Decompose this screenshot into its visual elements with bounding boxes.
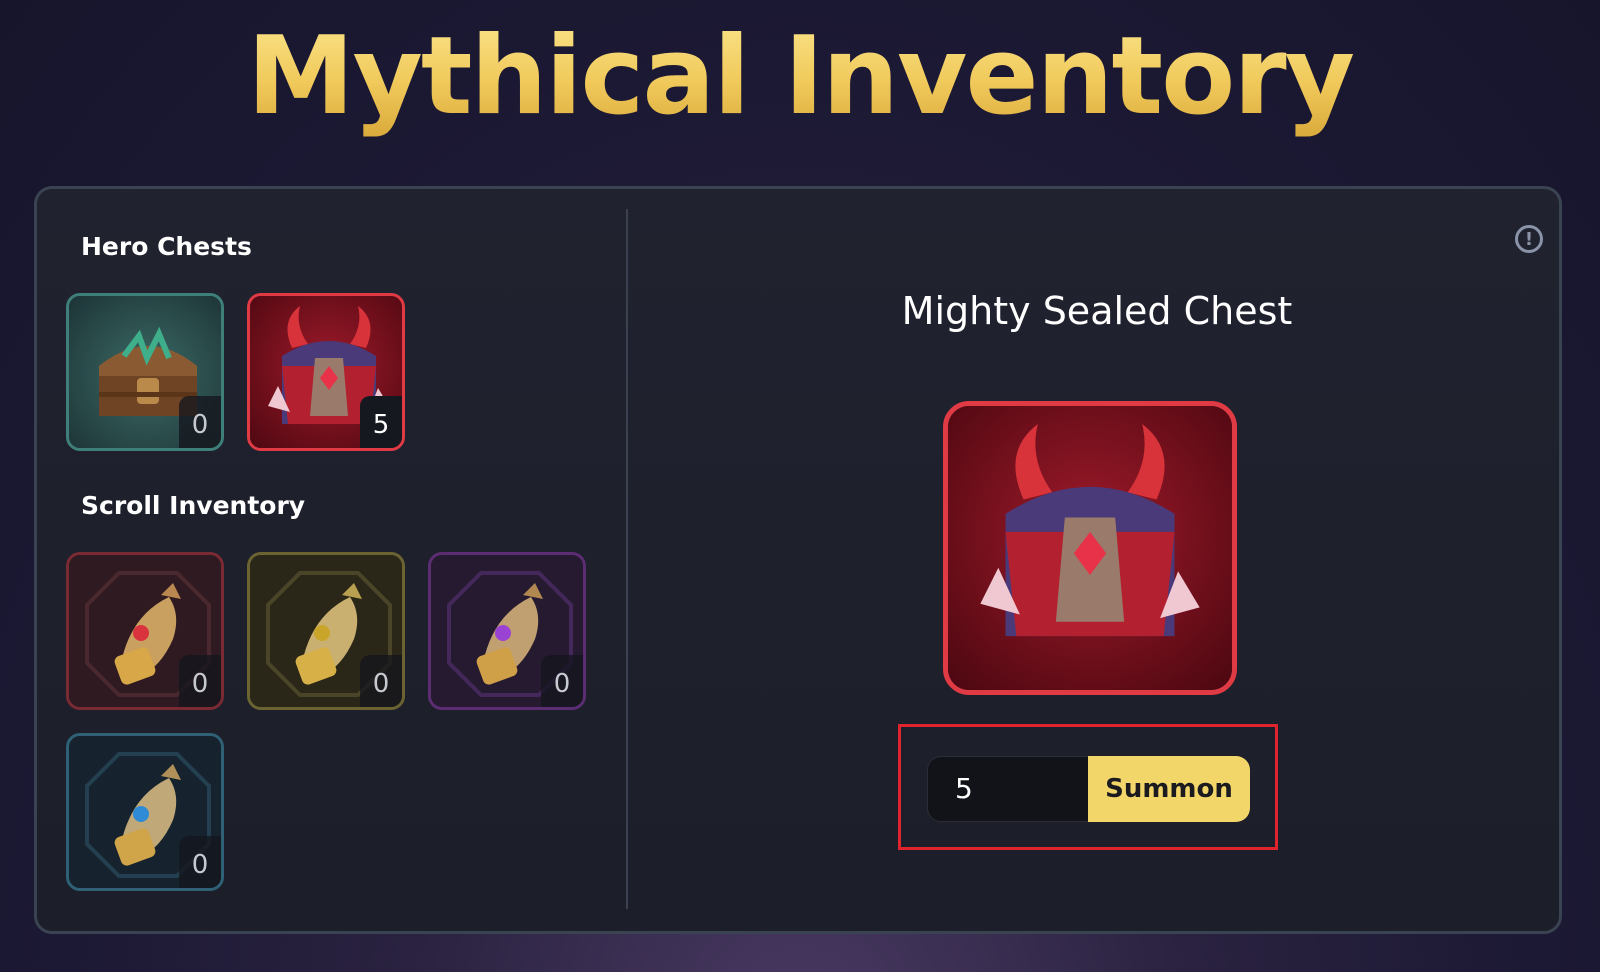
scroll-tile-purple[interactable]: 0 — [428, 552, 586, 710]
panel-divider — [626, 209, 628, 909]
inventory-panel: ! Hero Chests 0 5 Scroll Inventory 0 0 0… — [34, 186, 1562, 934]
scroll-count: 0 — [179, 836, 221, 888]
info-icon[interactable]: ! — [1515, 225, 1543, 253]
scroll-tile-red[interactable]: 0 — [66, 552, 224, 710]
hero-chests-heading: Hero Chests — [81, 232, 252, 261]
summon-controls: 5 Summon — [898, 724, 1278, 850]
quantity-input[interactable]: 5 — [927, 756, 1089, 822]
scroll-inventory-heading: Scroll Inventory — [81, 491, 306, 520]
mighty-sealed-chest-icon — [948, 406, 1232, 690]
selected-chest-image — [943, 401, 1237, 695]
scroll-count: 0 — [179, 655, 221, 707]
scroll-tile-gold[interactable]: 0 — [247, 552, 405, 710]
selected-chest-name: Mighty Sealed Chest — [901, 289, 1293, 333]
chest-count: 5 — [360, 396, 402, 448]
summon-button[interactable]: Summon — [1088, 756, 1250, 822]
scroll-tile-blue[interactable]: 0 — [66, 733, 224, 891]
scroll-count: 0 — [360, 655, 402, 707]
chest-count: 0 — [179, 396, 221, 448]
page-title: Mythical Inventory — [0, 14, 1600, 139]
hero-chest-tile-mighty-sealed[interactable]: 5 — [247, 293, 405, 451]
scroll-count: 0 — [541, 655, 583, 707]
hero-chest-tile-forest[interactable]: 0 — [66, 293, 224, 451]
